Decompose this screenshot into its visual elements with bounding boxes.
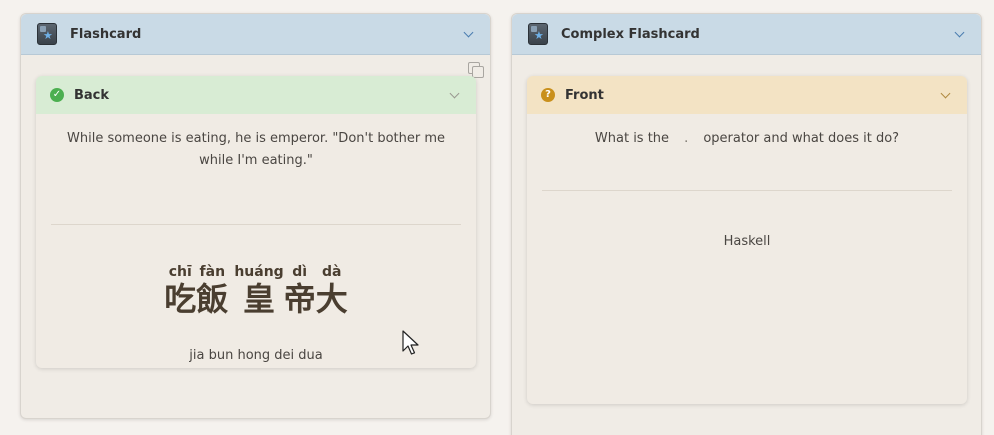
front-card-question: What is the . operator and what does it …	[527, 128, 967, 150]
chevron-down-icon[interactable]	[939, 88, 953, 102]
front-card-answer: Haskell	[723, 234, 771, 249]
back-card-sentence: While someone is eating, he is emperor. …	[67, 131, 445, 168]
pinyin-label: chī	[168, 264, 192, 280]
mouse-cursor-icon	[402, 330, 419, 355]
hanzi-word: dà 大	[316, 264, 348, 317]
hanzi-character: 吃	[164, 280, 197, 318]
pinyin-label: dì	[292, 264, 308, 280]
hanzi-word: fàn 飯	[196, 264, 228, 317]
hanzi-character: 皇	[242, 280, 275, 318]
pinyin-label: fàn	[199, 264, 226, 280]
flashcard-panel-title: Flashcard	[70, 26, 142, 42]
complex-flashcard-panel: Complex Flashcard ? Front What is the . …	[511, 13, 982, 435]
question-circle-icon: ?	[541, 88, 555, 102]
app-icon	[37, 23, 57, 45]
back-card: ✓ Back While someone is eating, he is em…	[36, 76, 476, 368]
complex-flashcard-panel-title: Complex Flashcard	[561, 26, 700, 42]
pinyin-label: huáng	[234, 264, 284, 280]
hanzi-character: 帝	[283, 280, 316, 318]
hanzi-character: 飯	[196, 280, 229, 318]
front-card-title: Front	[565, 87, 604, 103]
copy-icon[interactable]	[467, 61, 484, 78]
card-divider	[542, 190, 952, 191]
front-card: ? Front What is the . operator and what …	[527, 76, 967, 404]
front-card-header[interactable]: ? Front	[527, 76, 967, 114]
chevron-down-icon[interactable]	[953, 27, 967, 41]
flashcard-panel: Flashcard ✓ Back While someone is eating…	[20, 13, 491, 419]
flashcard-panel-header[interactable]: Flashcard	[21, 14, 490, 55]
question-text-before: What is the	[594, 131, 670, 146]
complex-flashcard-panel-header[interactable]: Complex Flashcard	[512, 14, 981, 55]
chevron-down-icon[interactable]	[462, 27, 476, 41]
pinyin-label: dà	[321, 264, 342, 280]
inline-code: .	[684, 131, 689, 146]
question-text-after: operator and what does it do?	[703, 131, 900, 146]
card-divider	[51, 224, 461, 225]
back-card-title: Back	[74, 87, 110, 103]
chevron-down-icon[interactable]	[448, 88, 462, 102]
hanzi-word: chī 吃	[164, 264, 196, 317]
hanzi-word: huáng 皇	[234, 264, 283, 317]
hanzi-word: dì 帝	[284, 264, 316, 317]
app-icon	[528, 23, 548, 45]
hanzi-sentence: chī 吃 fàn 飯 huáng 皇 dì 帝 dà 大	[36, 264, 476, 317]
check-circle-icon: ✓	[50, 88, 64, 102]
back-card-header[interactable]: ✓ Back	[36, 76, 476, 114]
hanzi-character: 大	[315, 280, 348, 318]
